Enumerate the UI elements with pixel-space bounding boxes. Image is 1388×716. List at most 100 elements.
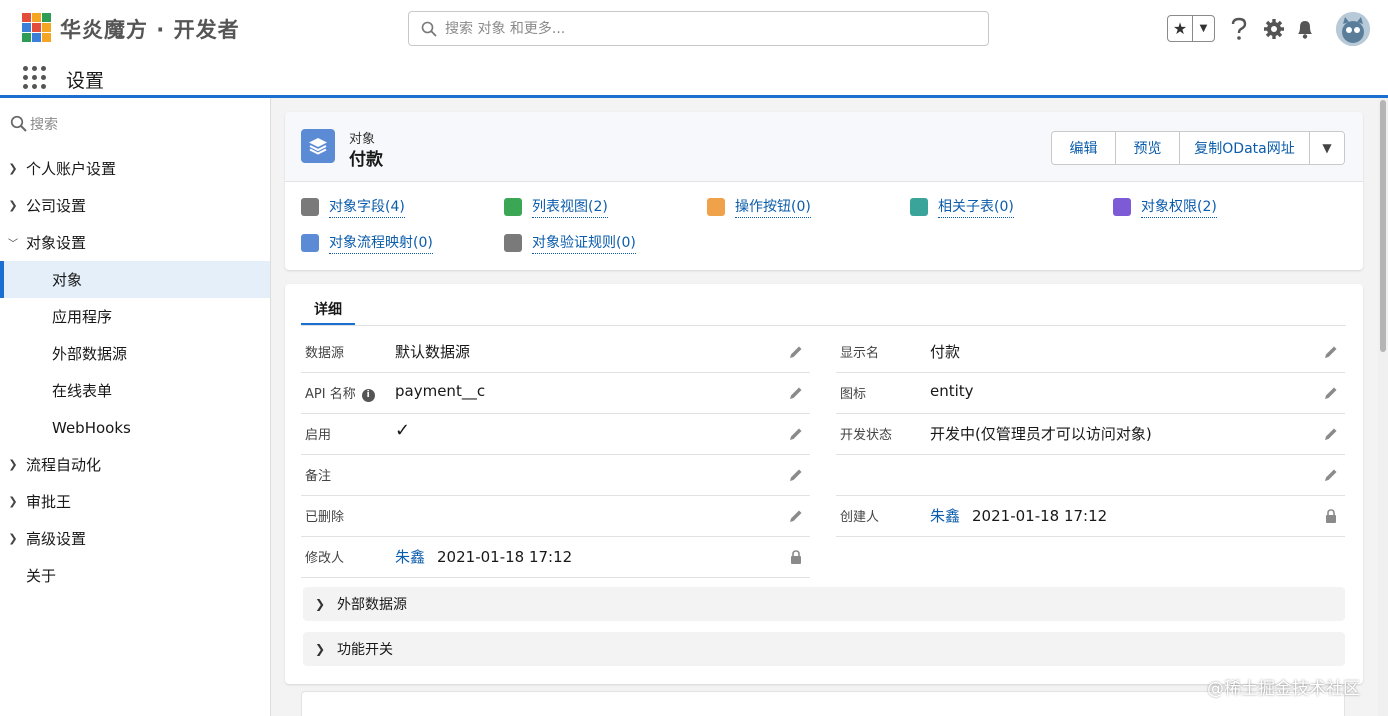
bell-icon[interactable] <box>1293 15 1317 43</box>
related-list-link[interactable]: 对象字段(4) <box>301 196 405 218</box>
chevron-right-icon: ❯ <box>8 532 18 545</box>
field-label: 开发状态 <box>840 428 893 443</box>
detail-card: 详细 数据源 默认数据源 API 名称 i payment__c 启用 ✓ 备注 已删除 修改人 朱… <box>285 284 1363 684</box>
sidebar-item-label: 公司设置 <box>26 197 87 215</box>
field-label: 创建人 <box>840 510 880 525</box>
detail-field: API 名称 i payment__c <box>301 373 810 414</box>
sidebar-search-input[interactable] <box>30 114 250 136</box>
search-icon <box>421 21 437 37</box>
sidebar-item[interactable]: ❯ 个人账户设置 <box>0 150 270 187</box>
related-list-link[interactable]: 列表视图(2) <box>504 196 608 218</box>
user-link[interactable]: 朱鑫 <box>395 548 425 566</box>
sidebar-search[interactable] <box>10 113 260 137</box>
related-list-icon <box>301 198 319 216</box>
pencil-icon[interactable] <box>788 467 804 483</box>
user-link[interactable]: 朱鑫 <box>930 507 960 525</box>
star-icon[interactable]: ★ <box>1168 16 1193 41</box>
related-list-link[interactable]: 操作按钮(0) <box>707 196 811 218</box>
sidebar-item[interactable]: ❯ 审批王 <box>0 483 270 520</box>
favorites-button[interactable]: ★ ▼ <box>1167 15 1215 42</box>
scrollbar-thumb[interactable] <box>1380 100 1386 352</box>
sidebar-item[interactable]: 在线表单 <box>0 372 270 409</box>
pencil-icon[interactable] <box>1323 426 1339 442</box>
related-list-icon <box>504 198 522 216</box>
pencil-icon[interactable] <box>1323 467 1339 483</box>
tab-detail[interactable]: 详细 <box>301 294 355 326</box>
detail-field: 创建人 朱鑫 2021-01-18 17:12 <box>836 496 1345 537</box>
related-list-label: 操作按钮(0) <box>735 196 811 218</box>
field-value: 默认数据源 <box>395 343 471 361</box>
chevron-right-icon: ❯ <box>8 162 18 175</box>
chevron-right-icon: ❯ <box>314 642 326 656</box>
field-value: 开发中(仅管理员才可以访问对象) <box>930 425 1152 443</box>
pencil-icon[interactable] <box>788 385 804 401</box>
user-avatar[interactable] <box>1336 12 1370 46</box>
detail-field: 开发状态 开发中(仅管理员才可以访问对象) <box>836 414 1345 455</box>
global-search[interactable] <box>408 11 989 46</box>
setup-sidebar: ❯ 个人账户设置 ❯ 公司设置 ﹀ 对象设置对象应用程序外部数据源在线表单 WebHooks… <box>0 98 271 716</box>
related-list-link[interactable]: 对象权限(2) <box>1113 196 1217 218</box>
watermark: @稀土掘金技术社区 <box>1207 679 1360 699</box>
caret-down-icon[interactable]: ▼ <box>1193 16 1214 41</box>
sidebar-item-label: 外部数据源 <box>52 345 128 363</box>
section-feature-switches[interactable]: ❯ 功能开关 <box>303 632 1345 666</box>
related-list-label: 对象流程映射(0) <box>329 232 433 254</box>
copy-odata-url-button[interactable]: 复制OData网址 <box>1180 132 1310 164</box>
help-icon[interactable] <box>1227 15 1251 43</box>
related-list-label: 对象验证规则(0) <box>532 232 636 254</box>
chevron-right-icon: ❯ <box>8 458 18 471</box>
detail-field: 修改人 朱鑫 2021-01-18 17:12 <box>301 537 810 578</box>
pencil-icon[interactable] <box>788 426 804 442</box>
related-list-link[interactable]: 相关子表(0) <box>910 196 1014 218</box>
info-icon[interactable]: i <box>361 388 375 402</box>
field-label: 图标 <box>840 387 867 402</box>
field-value: payment__c <box>395 382 486 400</box>
preview-button[interactable]: 预览 <box>1116 132 1180 164</box>
app-title: 设置 <box>66 70 105 92</box>
tab-divider <box>301 325 1346 326</box>
sidebar-item-label: 流程自动化 <box>26 456 102 474</box>
detail-field: 启用 ✓ <box>301 414 810 455</box>
related-list-link[interactable]: 对象流程映射(0) <box>301 232 433 254</box>
sidebar-item[interactable]: 外部数据源 <box>0 335 270 372</box>
edit-button[interactable]: 编辑 <box>1052 132 1116 164</box>
related-list-link[interactable]: 对象验证规则(0) <box>504 232 636 254</box>
next-card <box>301 691 1345 716</box>
detail-field: 图标 entity <box>836 373 1345 414</box>
lock-icon <box>788 549 804 565</box>
more-actions-button[interactable]: ▼ <box>1310 132 1344 164</box>
sidebar-item[interactable]: 关于 <box>0 557 270 594</box>
pencil-icon[interactable] <box>1323 344 1339 360</box>
sidebar-item[interactable]: WebHooks <box>0 409 270 446</box>
sidebar-item-label: 对象 <box>52 271 83 289</box>
section-external-datasource[interactable]: ❯ 外部数据源 <box>303 587 1345 621</box>
sidebar-item[interactable]: ❯ 公司设置 <box>0 187 270 224</box>
sidebar-item[interactable]: ❯ 流程自动化 <box>0 446 270 483</box>
sidebar-item[interactable]: 应用程序 <box>0 298 270 335</box>
field-label: API 名称 i <box>305 383 375 402</box>
object-name: 付款 <box>349 150 383 170</box>
pencil-icon[interactable] <box>1323 385 1339 401</box>
related-list-label: 列表视图(2) <box>532 196 608 218</box>
detail-field: 显示名 付款 <box>836 332 1345 373</box>
related-list-icon <box>910 198 928 216</box>
caret-down-icon: ▼ <box>1322 141 1332 155</box>
page-scrollbar[interactable] <box>1378 98 1388 716</box>
global-search-input[interactable] <box>445 18 975 40</box>
sidebar-item[interactable]: 对象 <box>0 261 270 298</box>
detail-field: 备注 <box>301 455 810 496</box>
search-icon <box>10 115 27 132</box>
pencil-icon[interactable] <box>788 344 804 360</box>
sidebar-item[interactable]: ❯ 高级设置 <box>0 520 270 557</box>
field-value: 付款 <box>930 343 961 361</box>
sidebar-item[interactable]: ﹀ 对象设置 <box>0 224 270 261</box>
gear-icon[interactable] <box>1262 15 1286 43</box>
sidebar-item-label: 审批王 <box>26 493 72 511</box>
pencil-icon[interactable] <box>788 508 804 524</box>
object-header-card: 对象 付款 编辑 预览 复制OData网址 ▼ 对象字段(4) 列表视图(2) 操作… <box>285 112 1363 270</box>
sidebar-item-label: 应用程序 <box>52 308 113 326</box>
sidebar-item-label: WebHooks <box>52 418 131 437</box>
related-list-icon <box>301 234 319 252</box>
field-label: 备注 <box>305 469 332 484</box>
app-launcher-icon[interactable] <box>23 66 47 90</box>
